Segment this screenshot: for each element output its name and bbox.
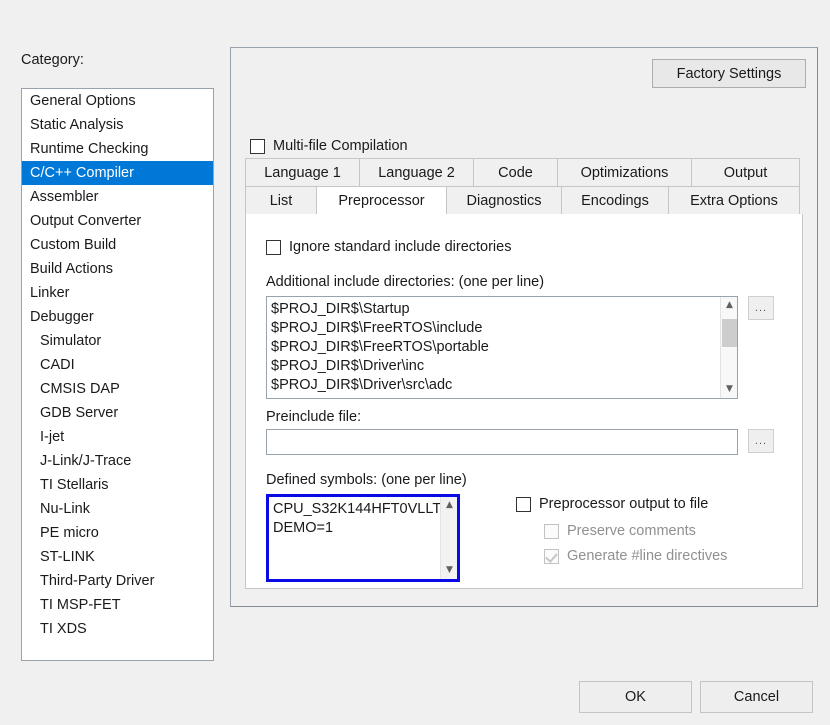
list-item[interactable]: $PROJ_DIR$\Startup <box>271 300 720 319</box>
multi-file-compilation-label: Multi-file Compilation <box>273 138 408 154</box>
ignore-standard-includes-checkbox[interactable]: Ignore standard include directories <box>266 239 511 255</box>
list-item[interactable]: $PROJ_DIR$\Driver\inc <box>271 357 720 376</box>
preprocessor-tab-panel: Ignore standard include directories Addi… <box>245 214 803 589</box>
defined-symbols-scrollbar[interactable]: ▲ ▼ <box>440 497 457 579</box>
checkbox-box <box>516 496 531 512</box>
scroll-up-icon[interactable]: ▲ <box>721 297 737 314</box>
defined-symbols-lines: CPU_S32K144HFT0VLLT DEMO=1 <box>269 497 440 579</box>
tab-encodings[interactable]: Encodings <box>561 186 669 214</box>
scroll-up-icon[interactable]: ▲ <box>441 497 457 514</box>
sidebar-item-build-actions[interactable]: Build Actions <box>22 257 213 281</box>
checkbox-box <box>266 239 281 255</box>
sidebar-item-ti-xds[interactable]: TI XDS <box>22 617 213 641</box>
ignore-standard-includes-label: Ignore standard include directories <box>289 239 512 255</box>
include-directories-label: Additional include directories: (one per… <box>266 274 545 290</box>
scroll-down-icon[interactable]: ▼ <box>721 381 737 398</box>
sidebar-item-cadi[interactable]: CADI <box>22 353 213 377</box>
checkbox-box-checked <box>544 548 559 564</box>
sidebar-item-third-party-driver[interactable]: Third-Party Driver <box>22 569 213 593</box>
sidebar-item-linker[interactable]: Linker <box>22 281 213 305</box>
list-item[interactable]: DEMO=1 <box>273 519 440 538</box>
tab-output[interactable]: Output <box>691 158 800 186</box>
preserve-comments-checkbox: Preserve comments <box>544 523 696 539</box>
preinclude-file-label: Preinclude file: <box>266 409 362 425</box>
tab-strip: Language 1 Language 2 Code Optimizations Out… <box>245 158 803 214</box>
sidebar-item-j-link-j-trace[interactable]: J-Link/J-Trace <box>22 449 213 473</box>
generate-line-directives-checkbox: Generate #line directives <box>544 548 727 564</box>
list-item[interactable]: $PROJ_DIR$\FreeRTOS\portable <box>271 338 720 357</box>
browse-include-directories-button[interactable]: ... <box>748 296 774 320</box>
include-directories-scrollbar[interactable]: ▲ ▼ <box>720 297 737 398</box>
preprocessor-output-to-file-checkbox[interactable]: Preprocessor output to file <box>516 496 708 512</box>
ok-button[interactable]: OK <box>579 681 692 713</box>
tab-code[interactable]: Code <box>473 158 558 186</box>
category-listbox[interactable]: General Options Static Analysis Runtime Ch… <box>21 88 214 661</box>
tab-optimizations[interactable]: Optimizations <box>557 158 692 186</box>
tab-extra-options[interactable]: Extra Options <box>668 186 800 214</box>
defined-symbols-listbox[interactable]: CPU_S32K144HFT0VLLT DEMO=1 ▲ ▼ <box>266 494 460 582</box>
sidebar-item-gdb-server[interactable]: GDB Server <box>22 401 213 425</box>
sidebar-item-output-converter[interactable]: Output Converter <box>22 209 213 233</box>
tab-diagnostics[interactable]: Diagnostics <box>446 186 562 214</box>
tab-language-2[interactable]: Language 2 <box>359 158 474 186</box>
tab-row-1: Language 1 Language 2 Code Optimizations Out… <box>245 158 803 186</box>
sidebar-item-ti-msp-fet[interactable]: TI MSP-FET <box>22 593 213 617</box>
list-item[interactable]: CPU_S32K144HFT0VLLT <box>273 500 440 519</box>
sidebar-item-i-jet[interactable]: I-jet <box>22 425 213 449</box>
scroll-down-icon[interactable]: ▼ <box>441 562 457 579</box>
multi-file-compilation-checkbox[interactable]: Multi-file Compilation <box>250 138 408 154</box>
tab-preprocessor[interactable]: Preprocessor <box>316 186 447 214</box>
sidebar-item-debugger[interactable]: Debugger <box>22 305 213 329</box>
sidebar-item-nu-link[interactable]: Nu-Link <box>22 497 213 521</box>
preinclude-file-input[interactable] <box>266 429 738 455</box>
sidebar-item-static-analysis[interactable]: Static Analysis <box>22 113 213 137</box>
options-dialog: Category: General Options Static Analysis… <box>0 0 830 725</box>
tab-language-1[interactable]: Language 1 <box>245 158 360 186</box>
generate-line-directives-label: Generate #line directives <box>567 548 728 564</box>
sidebar-item-st-link[interactable]: ST-LINK <box>22 545 213 569</box>
tab-list[interactable]: List <box>245 186 317 214</box>
sidebar-item-runtime-checking[interactable]: Runtime Checking <box>22 137 213 161</box>
sidebar-item-simulator[interactable]: Simulator <box>22 329 213 353</box>
defined-symbols-label: Defined symbols: (one per line) <box>266 472 467 488</box>
list-item[interactable]: $PROJ_DIR$\Driver\src\adc <box>271 376 720 395</box>
preserve-comments-label: Preserve comments <box>567 523 696 539</box>
scrollbar-thumb[interactable] <box>722 319 737 347</box>
preprocessor-output-to-file-label: Preprocessor output to file <box>539 496 709 512</box>
include-directories-listbox[interactable]: $PROJ_DIR$\Startup $PROJ_DIR$\FreeRTOS\in… <box>266 296 738 399</box>
browse-preinclude-file-button[interactable]: ... <box>748 429 774 453</box>
sidebar-item-pe-micro[interactable]: PE micro <box>22 521 213 545</box>
factory-settings-button[interactable]: Factory Settings <box>652 59 806 88</box>
list-item[interactable]: $PROJ_DIR$\FreeRTOS\include <box>271 319 720 338</box>
sidebar-item-cmsis-dap[interactable]: CMSIS DAP <box>22 377 213 401</box>
checkbox-box <box>250 138 265 154</box>
sidebar-item-general-options[interactable]: General Options <box>22 89 213 113</box>
sidebar-item-assembler[interactable]: Assembler <box>22 185 213 209</box>
sidebar-item-custom-build[interactable]: Custom Build <box>22 233 213 257</box>
sidebar-item-ti-stellaris[interactable]: TI Stellaris <box>22 473 213 497</box>
tab-row-2: List Preprocessor Diagnostics Encodings Extr… <box>245 186 803 214</box>
options-panel: Factory Settings Multi-file Compilation … <box>230 47 818 607</box>
category-label: Category: <box>21 52 84 68</box>
checkbox-box <box>544 523 559 539</box>
sidebar-item-c-c-compiler[interactable]: C/C++ Compiler <box>22 161 213 185</box>
cancel-button[interactable]: Cancel <box>700 681 813 713</box>
include-directories-lines: $PROJ_DIR$\Startup $PROJ_DIR$\FreeRTOS\in… <box>267 297 720 398</box>
